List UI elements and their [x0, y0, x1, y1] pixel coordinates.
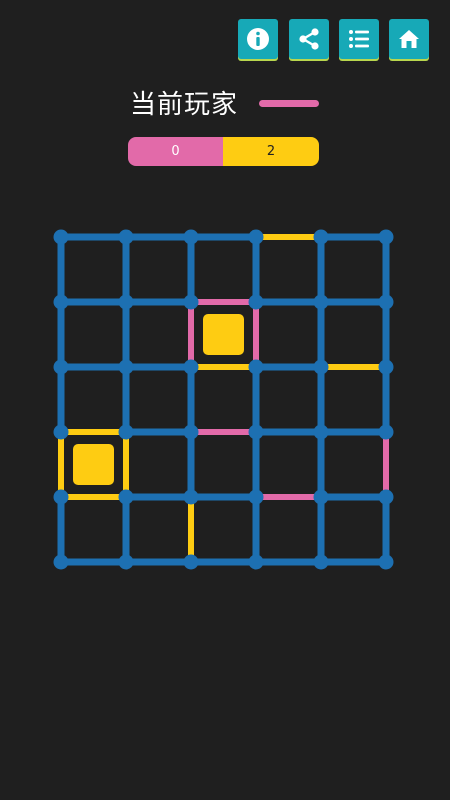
captured-box: [203, 314, 244, 355]
grid-dot: [53, 359, 69, 375]
grid-dot: [313, 554, 329, 570]
grid-dot: [313, 229, 329, 245]
grid-dot: [53, 229, 69, 245]
captured-box: [73, 444, 114, 485]
grid-dot: [118, 424, 134, 440]
toolbar: [238, 19, 433, 59]
grid-dot: [53, 489, 69, 505]
grid-dot: [118, 294, 134, 310]
share-button[interactable]: [289, 19, 329, 59]
grid-dot: [313, 359, 329, 375]
grid-dot: [248, 294, 264, 310]
grid-dot: [378, 229, 394, 245]
grid-dot: [313, 294, 329, 310]
grid-dot: [53, 554, 69, 570]
grid-dot: [378, 294, 394, 310]
current-player-indicator: 当前玩家: [0, 86, 450, 126]
grid-dot: [313, 489, 329, 505]
list-icon: [349, 30, 369, 48]
grid-dot: [183, 359, 199, 375]
home-icon: [399, 30, 419, 48]
grid-dot: [183, 554, 199, 570]
current-player-color-line: [259, 100, 319, 107]
grid-dot: [248, 359, 264, 375]
grid-dot: [118, 554, 134, 570]
share-icon: [299, 28, 319, 50]
score-bar: 0 2: [128, 137, 319, 166]
grid-dot: [183, 489, 199, 505]
list-button[interactable]: [339, 19, 379, 59]
player1-score: 0: [128, 137, 223, 166]
current-player-label: 当前玩家: [130, 90, 239, 120]
grid-dot: [378, 359, 394, 375]
info-button[interactable]: [238, 19, 278, 59]
grid-dot: [183, 424, 199, 440]
grid-dot: [313, 424, 329, 440]
home-button[interactable]: [389, 19, 429, 59]
grid-dot: [53, 294, 69, 310]
grid-dot: [118, 489, 134, 505]
grid-dot: [183, 294, 199, 310]
grid-dot: [248, 489, 264, 505]
grid-dot: [248, 554, 264, 570]
grid-dot: [118, 359, 134, 375]
grid-dot: [248, 229, 264, 245]
grid-dot: [378, 554, 394, 570]
grid-dot: [378, 489, 394, 505]
grid-dot: [378, 424, 394, 440]
grid-dot: [183, 229, 199, 245]
player2-score: 2: [223, 137, 319, 166]
grid-dot: [53, 424, 69, 440]
grid-dot: [248, 424, 264, 440]
info-icon: [247, 28, 269, 50]
grid-dot: [118, 229, 134, 245]
